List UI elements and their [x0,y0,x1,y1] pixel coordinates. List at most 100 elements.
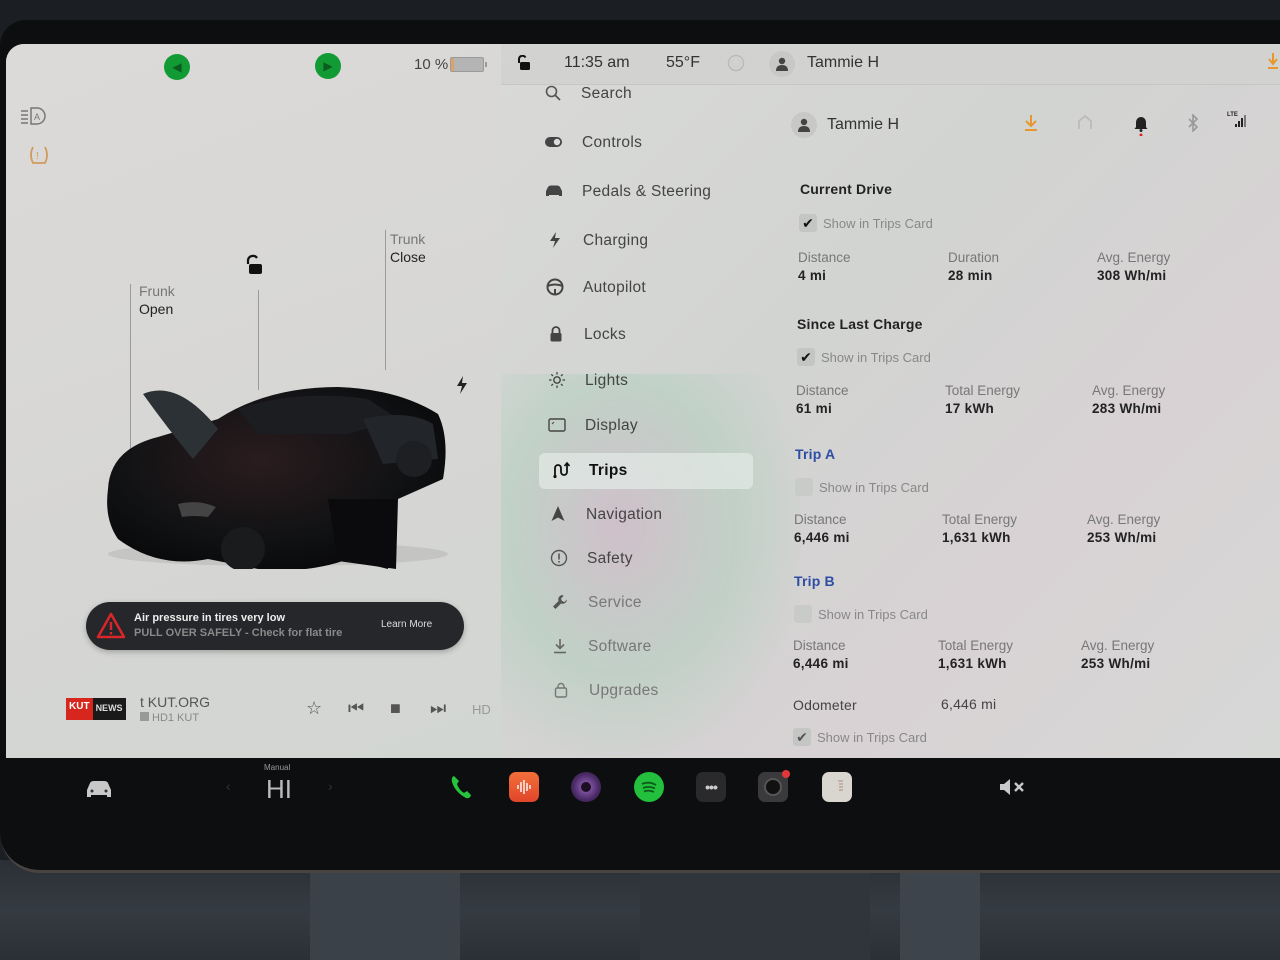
learn-more-button[interactable]: Learn More [381,619,432,630]
taskbar: ‹ Manual HI › ••• [20,760,1280,820]
trip-a-title[interactable]: Trip A [795,446,835,462]
since-last-charge-avg-energy: Avg. Energy 283 Wh/mi [1092,382,1165,418]
odometer-show-checkbox[interactable]: ✔ Show in Trips Card [793,728,927,746]
car-controls-icon[interactable] [84,774,114,804]
menu-item-charging[interactable]: Charging [533,223,743,259]
menu-item-autopilot[interactable]: Autopilot [533,270,743,306]
menu-item-lights[interactable]: Lights [535,363,745,399]
status-profile-icon[interactable] [769,51,795,77]
media-player: KUT NEWS t KUT.ORG HD1 KUT ☆ ⏮ ■ ⏭ HD [66,694,496,734]
svg-text:!: ! [36,151,39,162]
menu-item-software[interactable]: Software [538,629,748,665]
left-turn-signal-icon: ◀ [164,54,190,80]
checkbox-checked[interactable]: ✔ [793,728,811,746]
stat-value: 1,631 kWh [942,530,1011,545]
stat-value: 253 Wh/mi [1081,656,1151,671]
frunk-state[interactable]: Open [139,300,175,318]
sentry-mode-icon[interactable] [727,54,745,77]
tunein-app-icon[interactable] [509,772,539,802]
trip-a-show-checkbox[interactable]: ✔ Show in Trips Card [795,478,929,496]
menu-item-service[interactable]: Service [538,585,748,621]
hd-signal-icon[interactable]: HD [472,702,491,717]
checkbox-unchecked[interactable]: ✔ [794,605,812,623]
calendar-app-icon[interactable] [822,772,852,802]
navigation-icon [544,505,572,525]
menu-item-trips[interactable]: Trips [539,453,753,489]
climate-temp-up[interactable]: › [328,778,333,794]
unlock-icon[interactable] [244,254,264,281]
download-update-icon[interactable] [1023,114,1039,137]
menu-item-label: Controls [582,134,643,151]
menu-item-pedals-steering[interactable]: Pedals & Steering [532,174,742,210]
homelink-icon[interactable] [1077,114,1093,135]
battery-icon [450,57,487,72]
stat-value: 6,446 mi [793,656,849,671]
stat-label: Avg. Energy [1081,638,1155,653]
phone-app-icon[interactable] [446,772,476,802]
camera-app-icon[interactable] [758,770,790,802]
bolt-icon [541,231,569,251]
since-last-charge-show-checkbox[interactable]: ✔ Show in Trips Card [797,348,931,366]
menu-item-navigation[interactable]: Navigation [536,497,746,533]
previous-track-icon[interactable]: ⏮ [348,698,364,719]
stat-label: Total Energy [942,512,1018,527]
current-drive-show-checkbox[interactable]: ✔ Show in Trips Card [799,214,933,232]
favorite-star-icon[interactable]: ☆ [306,698,322,719]
menu-item-label: Charging [583,232,649,249]
svg-text:A: A [34,112,40,122]
profile-button[interactable]: Tammie H [791,112,899,138]
more-apps-icon[interactable]: ••• [696,772,726,802]
menu-item-label: Search [581,85,632,102]
tire-pressure-alert: Air pressure in tires very low PULL OVER… [86,602,464,650]
settings-pane: Search Controls Pedals & Steering Charging A… [501,44,1280,758]
battery-fill [451,58,455,71]
trip-a-avg-energy: Avg. Energy 253 Wh/mi [1087,511,1160,547]
climate-temp-down[interactable]: ‹ [226,778,231,794]
wrench-icon [546,594,574,613]
checkbox-checked[interactable]: ✔ [797,348,815,366]
display-icon [543,417,571,435]
status-download-icon[interactable] [1267,52,1279,75]
trunk-state[interactable]: Close [390,248,426,266]
trip-b-show-checkbox[interactable]: ✔ Show in Trips Card [794,605,928,623]
menu-item-upgrades[interactable]: Upgrades [539,673,749,709]
climate-temperature[interactable]: HI [266,774,292,805]
media-app-icon[interactable] [571,772,601,802]
stop-icon[interactable]: ■ [390,698,401,719]
bluetooth-icon[interactable] [1187,113,1199,137]
checkbox-checked[interactable]: ✔ [799,214,817,232]
sun-icon [543,371,571,392]
stat-label: Duration [948,250,1000,265]
notification-bell-icon[interactable] [1133,114,1149,141]
stat-value: 17 kWh [945,401,995,416]
right-turn-signal-icon: ▶ [315,53,341,79]
next-track-icon[interactable]: ⏭ [430,698,446,719]
interior-panel [640,860,870,960]
menu-item-label: Service [588,594,642,611]
menu-item-controls[interactable]: Controls [532,125,742,161]
volume-muted-icon[interactable] [996,772,1030,802]
steering-wheel-icon [541,278,569,299]
lte-signal-icon: LTE [1227,110,1249,133]
checkbox-unchecked[interactable]: ✔ [795,478,813,496]
unlocked-status-icon[interactable] [517,54,531,76]
menu-item-safety[interactable]: Safety [537,541,747,577]
interior-panel [900,860,980,960]
download-icon [546,638,574,657]
frunk-control[interactable]: Frunk Open [139,282,175,318]
station-logo: KUT NEWS [66,698,126,720]
menu-item-display[interactable]: Display [535,408,745,444]
current-drive-avg-energy: Avg. Energy 308 Wh/mi [1097,249,1170,285]
stat-label: Avg. Energy [1092,383,1166,398]
spotify-app-icon[interactable] [634,772,664,802]
trip-b-title[interactable]: Trip B [794,573,835,589]
station-subtitle-text: HD1 KUT [152,712,200,724]
menu-item-locks[interactable]: Locks [534,317,744,353]
station-subtitle: HD1 KUT [140,712,199,724]
stat-value: 283 Wh/mi [1092,401,1162,416]
safety-icon [545,549,573,570]
trunk-control[interactable]: Trunk Close [390,230,426,266]
status-user-name[interactable]: Tammie H [807,54,879,72]
user-avatar-icon [791,112,817,138]
battery-nub [485,62,487,67]
